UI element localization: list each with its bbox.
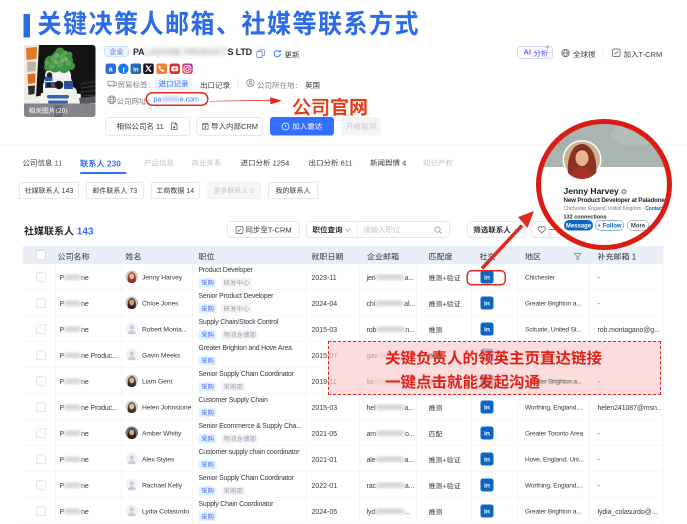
svg-text:in: in [133,67,139,73]
svg-text:相关图片(20): 相关图片(20) [29,105,68,115]
svg-text:a: a [109,67,113,74]
